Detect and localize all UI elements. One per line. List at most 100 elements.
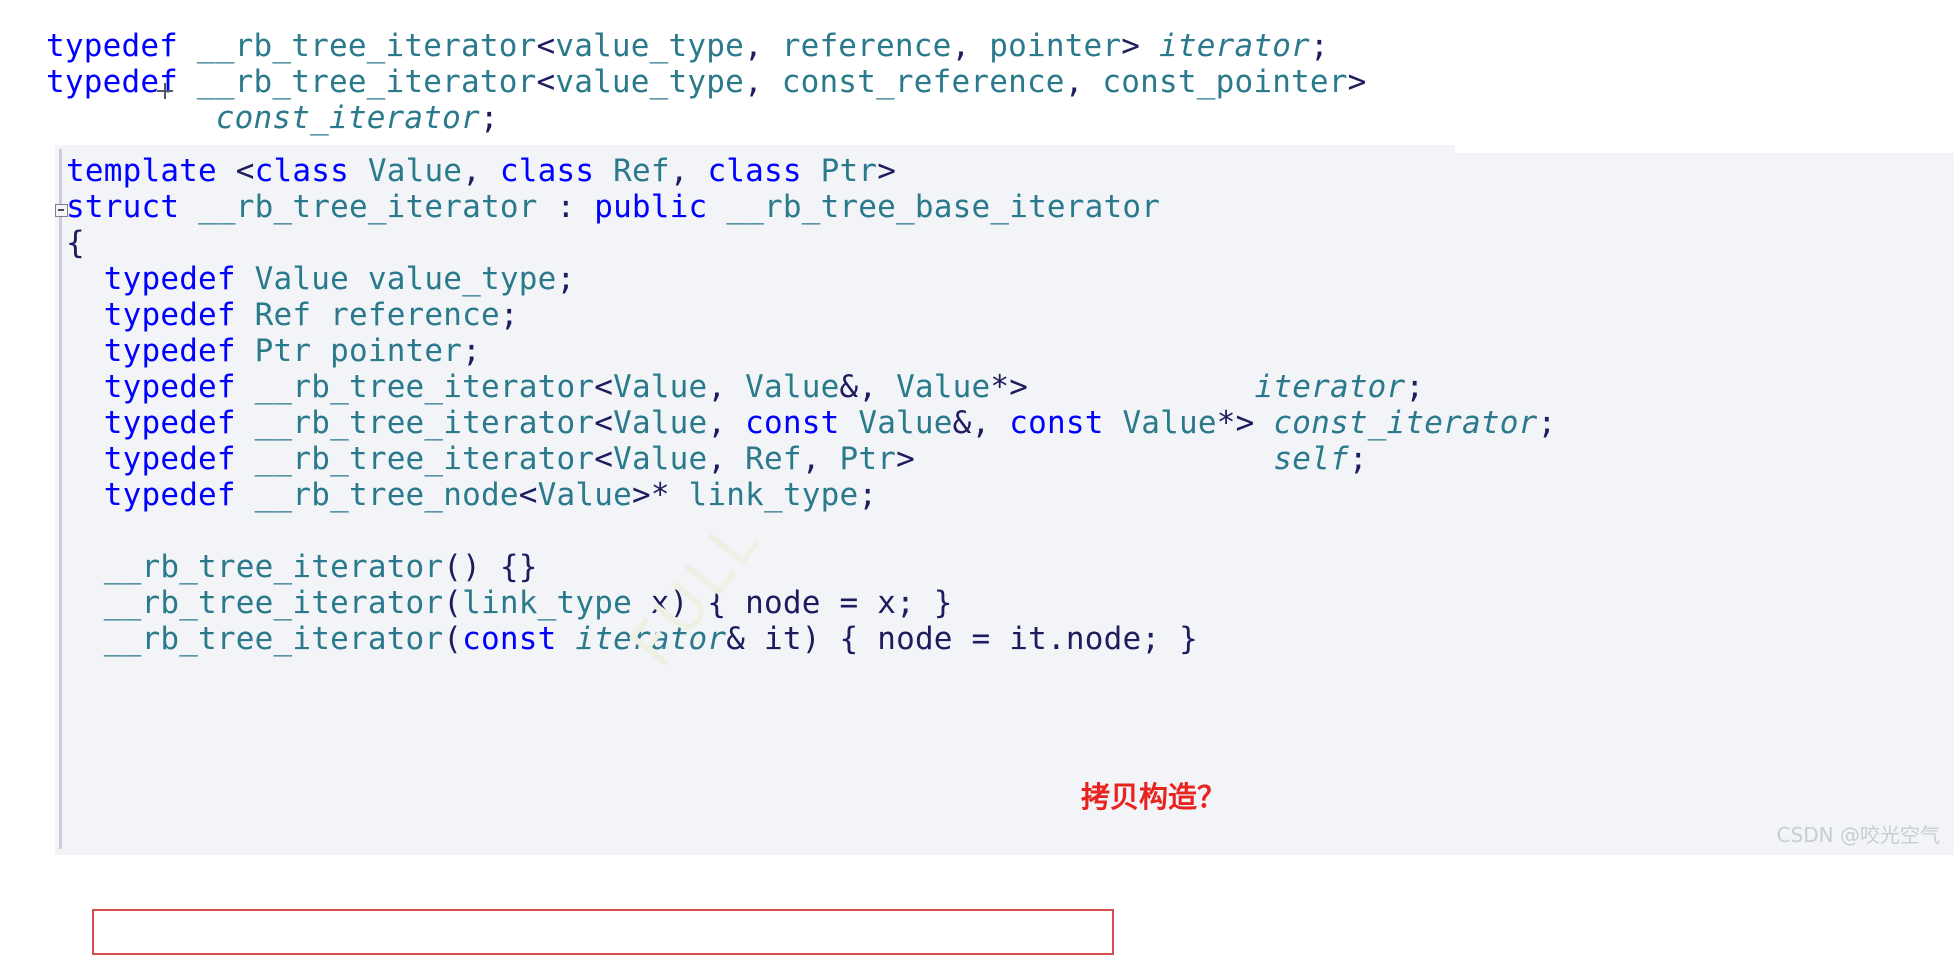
code-token: __rb_tree_base_iterator: [707, 189, 1161, 225]
code-token: >: [877, 153, 897, 189]
top-code-block: typedef __rb_tree_iterator<value_type, r…: [0, 0, 1954, 145]
code-token: <: [518, 477, 538, 513]
code-line: {: [55, 225, 1455, 261]
code-token: __rb_tree_iterator: [103, 621, 444, 657]
code-token: ,: [951, 28, 990, 64]
code-line: typedef Ref reference;: [55, 297, 1455, 333]
code-token: >: [896, 441, 915, 477]
code-token: Ptr pointer: [235, 333, 463, 369]
code-token: () {}: [443, 549, 538, 585]
code-token: typedef: [46, 64, 179, 100]
code-token: <: [594, 441, 614, 477]
code-token: iterator: [575, 621, 727, 657]
code-token: x: [877, 585, 897, 621]
code-token: class: [499, 153, 595, 189]
code-token: iterator: [1254, 369, 1406, 405]
code-token: iterator: [1159, 28, 1310, 64]
code-token: class: [254, 153, 349, 189]
code-line: typedef __rb_tree_node<Value>* link_type…: [55, 477, 1455, 513]
code-line: __rb_tree_iterator(link_type x) { node =…: [55, 585, 1455, 621]
code-token: ,: [707, 405, 746, 441]
highlight-box: [92, 909, 1114, 955]
code-token: &,: [839, 369, 897, 405]
code-token: ; }: [1141, 621, 1198, 657]
code-token: ,: [462, 153, 500, 189]
code-token: Value: [613, 441, 708, 477]
code-token: ;: [1405, 369, 1425, 405]
code-token: ;: [479, 100, 499, 136]
code-line: struct __rb_tree_iterator : public __rb_…: [55, 189, 1455, 225]
code-token: struct: [66, 189, 180, 225]
code-token: template: [66, 153, 236, 189]
code-token: ;: [858, 477, 878, 513]
code-token: Ref: [745, 441, 802, 477]
code-token: .: [1047, 621, 1066, 657]
code-token: (: [443, 621, 463, 657]
code-token: *>: [1216, 405, 1274, 441]
code-token: <: [536, 64, 556, 100]
code-token: ;: [1348, 441, 1368, 477]
code-token: ,: [669, 153, 708, 189]
code-token: Value: [1103, 405, 1217, 441]
code-token: pointer: [989, 28, 1122, 64]
code-token: =: [952, 621, 1010, 657]
code-line: typedef __rb_tree_iterator<Value, Ref, P…: [55, 441, 1455, 477]
code-token: ) {: [669, 585, 746, 621]
code-token: >: [1347, 64, 1367, 100]
code-token: Ptr: [801, 153, 878, 189]
code-line: const_iterator;: [46, 96, 499, 141]
code-token: link_type: [462, 585, 632, 621]
code-token: link_type: [688, 477, 859, 513]
code-token: const_pointer: [1102, 64, 1348, 100]
code-token: Ptr: [839, 441, 897, 477]
code-token: class: [707, 153, 802, 189]
code-token: ,: [801, 441, 840, 477]
code-line: __rb_tree_iterator() {}: [55, 549, 1455, 585]
code-token: const: [1009, 405, 1104, 441]
code-token: (: [443, 585, 463, 621]
code-editor-panel: template <class Value, class Ref, class …: [55, 145, 1556, 955]
code-line: template <class Value, class Ref, class …: [55, 153, 1455, 189]
code-token: __rb_tree_iterator: [178, 28, 537, 64]
code-token: it: [1009, 621, 1048, 657]
code-token: Value: [613, 405, 708, 441]
code-token: {: [66, 225, 85, 261]
code-token: __rb_tree_iterator: [235, 369, 595, 405]
code-token: Value value_type: [235, 261, 557, 297]
code-line: typedef __rb_tree_iterator<Value, const …: [55, 405, 1556, 441]
code-token: =: [820, 585, 878, 621]
code-token: self: [1273, 441, 1349, 477]
code-token: ;: [556, 261, 576, 297]
code-token: :: [537, 189, 595, 225]
code-token: __rb_tree_iterator: [178, 64, 537, 100]
code-token: typedef: [103, 405, 236, 441]
code-token: ,: [743, 28, 782, 64]
code-token: ,: [1064, 64, 1103, 100]
code-token: typedef: [103, 297, 236, 333]
code-token: ) {: [801, 621, 878, 657]
code-token: Ref reference: [235, 297, 500, 333]
code-token: typedef: [103, 369, 236, 405]
code-token: const_reference: [781, 64, 1065, 100]
code-token: <: [594, 405, 614, 441]
code-token: node: [877, 621, 953, 657]
code-token: typedef: [46, 28, 179, 64]
code-token: Ref: [594, 153, 670, 189]
code-token: reference: [781, 28, 952, 64]
code-token: ,: [707, 369, 746, 405]
annotation-copy-constructor: 拷贝构造？: [1081, 780, 1227, 814]
code-token: ; }: [896, 585, 953, 621]
code-token: public: [594, 189, 708, 225]
code-token: <: [536, 28, 556, 64]
code-token: const: [745, 405, 840, 441]
code-token: Value: [745, 369, 840, 405]
code-line: typedef __rb_tree_iterator<Value, Value&…: [55, 369, 1455, 405]
